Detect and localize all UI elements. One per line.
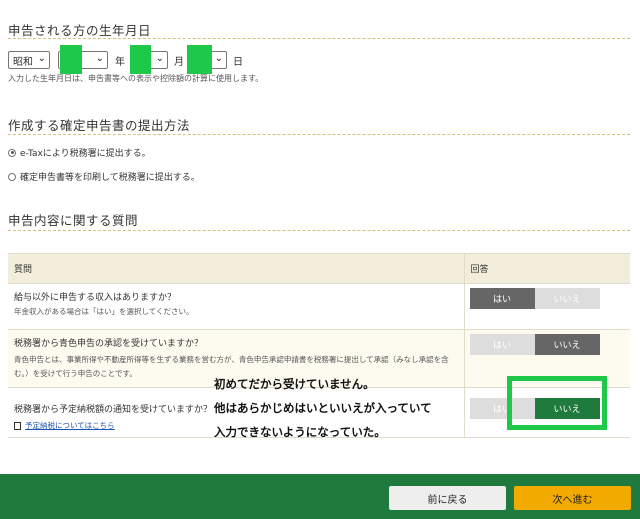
next-button[interactable]: 次へ進む [514,486,631,510]
era-value: 昭和 [13,56,33,68]
month-unit: 月 [174,57,184,68]
table-row: 給与以外に申告する収入はありますか？ 年金収入がある場合は「はい」を選択してくだ… [8,283,630,330]
header-question: 質問 [8,253,464,284]
answer-toggle: はい いいえ [469,334,601,355]
no-button[interactable]: いいえ [534,288,600,309]
birth-section-title: 申告される方の生年月日 [8,23,152,38]
question-subtext: 年金収入がある場合は「はい」を選択してください。 [14,307,194,316]
redaction-mark [60,45,82,74]
yes-button[interactable]: はい [469,288,535,309]
divider [8,38,630,39]
redaction-mark [130,45,151,74]
radio-print-label: 確定申告書等を印刷して税務署に提出する。 [20,173,200,183]
answer-toggle: はい いいえ [469,288,601,309]
divider [8,230,630,231]
day-unit: 日 [233,57,243,68]
birth-note: 入力した生年月日は、申告書等への表示や控除額の計算に使用します。 [8,74,264,83]
annotation-line-1: 初めてだから受けていません。 [214,377,375,391]
header-answer: 回答 [463,253,630,284]
redaction-mark [187,45,212,74]
question-text: 税務署から青色申告の承認を受けていますか？ [14,339,204,349]
radio-selected-icon[interactable] [8,148,16,157]
document-icon [14,421,21,430]
chevron-down-icon: ⌄ [95,53,104,64]
radio-etax[interactable]: e-Taxにより税務署に提出する。 [8,146,151,159]
radio-etax-label: e-Taxにより税務署に提出する。 [20,149,151,159]
chevron-down-icon: ⌄ [155,53,164,64]
back-button[interactable]: 前に戻る [389,486,506,510]
year-unit: 年 [115,57,125,68]
radio-unselected-icon[interactable] [8,172,16,181]
submission-section-title: 作成する確定申告書の提出方法 [8,118,191,133]
divider [8,134,630,135]
chevron-down-icon: ⌄ [37,53,46,64]
era-select[interactable]: 昭和 ⌄ [8,51,50,69]
prepayment-link-text[interactable]: 予定納税についてはこちら [25,420,115,431]
question-text: 給与以外に申告する収入はありますか？ [14,293,177,303]
yes-button[interactable]: はい [469,334,535,355]
questions-section-title: 申告内容に関する質問 [8,213,139,228]
no-button[interactable]: いいえ [534,334,600,355]
radio-print[interactable]: 確定申告書等を印刷して税務署に提出する。 [8,170,200,183]
highlight-box [507,376,607,430]
annotation-line-3: 入力できないようになっていた。 [214,425,386,439]
annotation-line-2: 他はあらかじめはいといいえが入っていて [214,401,432,415]
table-header: 質問 回答 [8,253,630,284]
chevron-down-icon: ⌄ [214,53,223,64]
